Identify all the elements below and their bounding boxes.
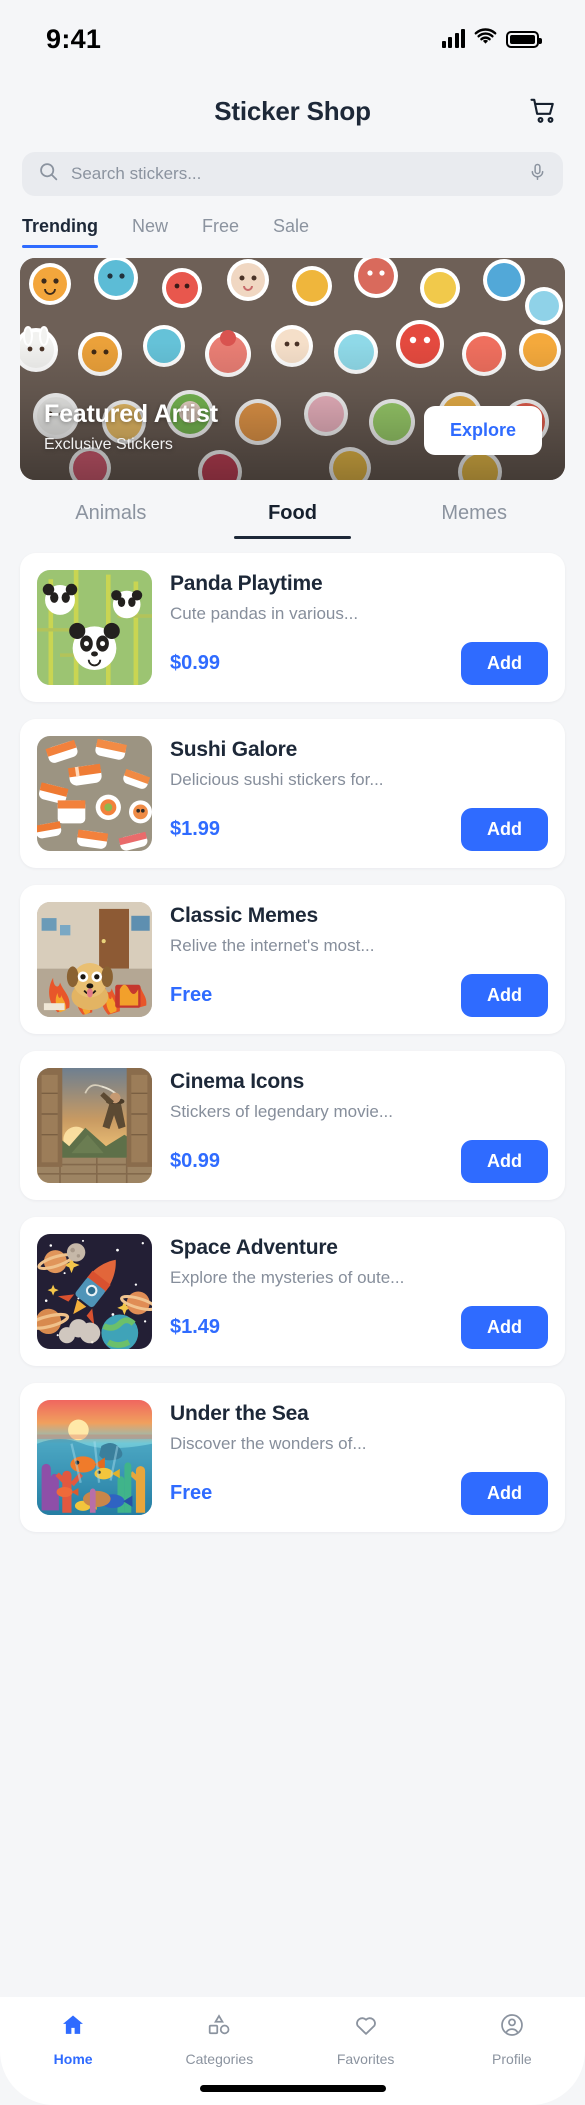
add-button[interactable]: Add	[461, 1140, 548, 1183]
hero-subtitle: Exclusive Stickers	[44, 436, 173, 453]
sushi-platter-thumbnail	[37, 736, 152, 851]
explore-button[interactable]: Explore	[423, 406, 542, 455]
product-footer: $0.99 Add	[170, 642, 548, 685]
battery-icon	[506, 30, 542, 48]
category-tabs: Animals Food Memes	[0, 480, 585, 539]
add-button[interactable]: Add	[461, 642, 548, 685]
product-info: Cinema Icons Stickers of legendary movie…	[170, 1068, 548, 1183]
product-price: Free	[170, 1482, 213, 1504]
search-icon	[38, 161, 59, 187]
product-description: Discover the wonders of...	[170, 1434, 367, 1453]
product-price: $0.99	[170, 652, 221, 674]
product-title: Sushi Galore	[170, 738, 298, 761]
product-footer: Free Add	[170, 974, 548, 1017]
product-description: Cute pandas in various...	[170, 604, 359, 623]
nav-item-profile[interactable]: Profile	[439, 2012, 585, 2067]
product-card[interactable]: Panda Playtime Cute pandas in various...…	[20, 553, 565, 702]
product-price: $1.49	[170, 1316, 221, 1338]
cellular-signal-icon	[441, 29, 465, 48]
product-card[interactable]: Cinema Icons Stickers of legendary movie…	[20, 1051, 565, 1200]
product-description: Explore the mysteries of oute...	[170, 1268, 405, 1287]
product-info: Under the Sea Discover the wonders of...…	[170, 1400, 548, 1515]
nav-label-categories: Categories	[185, 2051, 254, 2067]
search-section	[0, 144, 585, 196]
product-title: Panda Playtime	[170, 572, 323, 595]
search-bar[interactable]	[22, 152, 563, 196]
page-title: Sticker Shop	[214, 95, 371, 126]
product-title: Space Adventure	[170, 1236, 338, 1259]
panda-bamboo-thumbnail	[37, 570, 152, 685]
add-button[interactable]: Add	[461, 1472, 548, 1515]
featured-banner[interactable]: Featured Artist Exclusive Stickers Explo…	[20, 258, 565, 480]
wifi-icon	[474, 27, 497, 51]
shopping-cart-icon[interactable]	[525, 92, 563, 130]
add-button[interactable]: Add	[461, 1306, 548, 1349]
product-footer: Free Add	[170, 1472, 548, 1515]
product-title: Under the Sea	[170, 1402, 309, 1425]
product-card[interactable]: Under the Sea Discover the wonders of...…	[20, 1383, 565, 1532]
nav-item-favorites[interactable]: Favorites	[293, 2012, 439, 2067]
status-indicators	[441, 27, 542, 51]
product-price: $1.99	[170, 818, 221, 840]
app-screen: 9:41 Sticker Shop Search stickers... Tre…	[0, 0, 585, 2105]
filter-tab-sale[interactable]: Sale	[273, 216, 309, 248]
search-input[interactable]	[71, 164, 516, 184]
hero-text-group: Featured Artist Exclusive Stickers	[44, 400, 218, 454]
product-price: $0.99	[170, 1150, 221, 1172]
product-description: Relive the internet's most...	[170, 936, 375, 955]
app-bar: Sticker Shop	[0, 78, 585, 144]
burning-room-dog-thumbnail	[37, 902, 152, 1017]
nav-label-favorites: Favorites	[336, 2051, 395, 2067]
filter-tab-trending[interactable]: Trending	[22, 216, 98, 248]
add-button[interactable]: Add	[461, 974, 548, 1017]
adventurer-temple-thumbnail	[37, 1068, 152, 1183]
product-title: Cinema Icons	[170, 1070, 305, 1093]
rocket-space-thumbnail	[37, 1234, 152, 1349]
product-info: Sushi Galore Delicious sushi stickers fo…	[170, 736, 548, 851]
product-info: Classic Memes Relive the internet's most…	[170, 902, 548, 1017]
product-list: Panda Playtime Cute pandas in various...…	[0, 539, 585, 1532]
add-button[interactable]: Add	[461, 808, 548, 851]
product-title: Classic Memes	[170, 904, 318, 927]
product-footer: $1.49 Add	[170, 1306, 548, 1349]
filter-tab-free[interactable]: Free	[202, 216, 239, 248]
microphone-icon[interactable]	[528, 161, 547, 188]
product-description: Delicious sushi stickers for...	[170, 770, 384, 789]
product-price: Free	[170, 984, 213, 1006]
shapes-icon	[206, 2012, 232, 2043]
nav-label-home: Home	[53, 2051, 93, 2067]
product-card[interactable]: Space Adventure Explore the mysteries of…	[20, 1217, 565, 1366]
hero-title: Featured Artist	[44, 400, 218, 428]
product-info: Space Adventure Explore the mysteries of…	[170, 1234, 548, 1349]
product-card[interactable]: Classic Memes Relive the internet's most…	[20, 885, 565, 1034]
person-circle-icon	[499, 2012, 525, 2043]
nav-label-profile: Profile	[492, 2051, 532, 2067]
status-bar: 9:41	[0, 0, 585, 78]
category-tab-animals[interactable]: Animals	[20, 502, 202, 539]
status-time: 9:41	[46, 23, 102, 54]
nav-item-categories[interactable]: Categories	[146, 2012, 292, 2067]
hero-section: Featured Artist Exclusive Stickers Explo…	[0, 248, 585, 480]
product-footer: $1.99 Add	[170, 808, 548, 851]
product-footer: $0.99 Add	[170, 1140, 548, 1183]
filter-tabs: Trending New Free Sale	[0, 196, 585, 248]
product-card[interactable]: Sushi Galore Delicious sushi stickers fo…	[20, 719, 565, 868]
product-description: Stickers of legendary movie...	[170, 1102, 393, 1121]
home-icon	[60, 2012, 86, 2043]
category-tab-memes[interactable]: Memes	[383, 502, 565, 539]
heart-icon	[353, 2012, 379, 2043]
category-tab-food[interactable]: Food	[202, 502, 384, 539]
coral-reef-thumbnail	[37, 1400, 152, 1515]
product-info: Panda Playtime Cute pandas in various...…	[170, 570, 548, 685]
home-indicator[interactable]	[199, 2085, 386, 2092]
filter-tab-new[interactable]: New	[132, 216, 168, 248]
nav-item-home[interactable]: Home	[0, 2012, 146, 2067]
